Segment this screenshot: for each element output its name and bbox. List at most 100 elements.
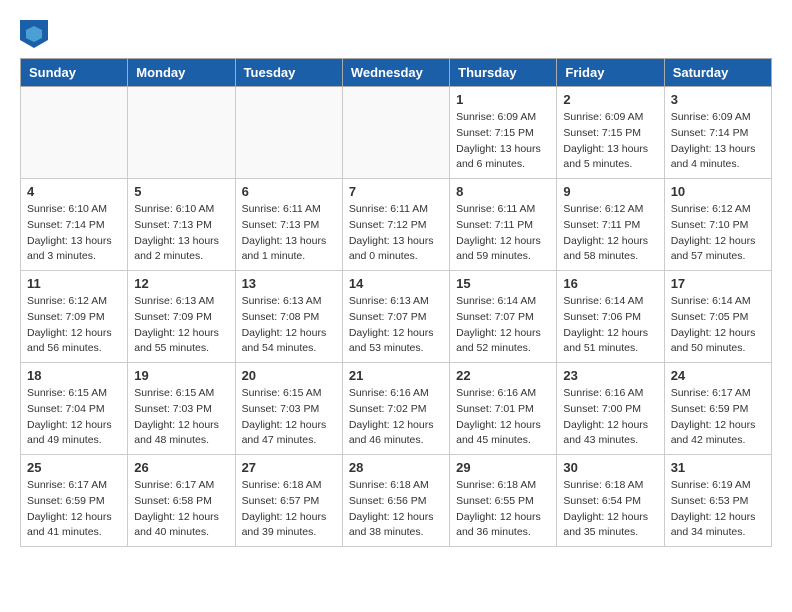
- day-number: 26: [134, 460, 228, 475]
- day-number: 11: [27, 276, 121, 291]
- day-info: Sunrise: 6:09 AMSunset: 7:15 PMDaylight:…: [563, 110, 657, 173]
- col-header-saturday: Saturday: [664, 59, 771, 87]
- day-number: 25: [27, 460, 121, 475]
- day-info: Sunrise: 6:18 AMSunset: 6:55 PMDaylight:…: [456, 478, 550, 541]
- day-number: 1: [456, 92, 550, 107]
- day-number: 10: [671, 184, 765, 199]
- day-info: Sunrise: 6:17 AMSunset: 6:59 PMDaylight:…: [27, 478, 121, 541]
- week-row-4: 18 Sunrise: 6:15 AMSunset: 7:04 PMDayligh…: [21, 363, 772, 455]
- header: [20, 20, 772, 48]
- col-header-friday: Friday: [557, 59, 664, 87]
- day-info: Sunrise: 6:14 AMSunset: 7:05 PMDaylight:…: [671, 294, 765, 357]
- calendar-cell: 16 Sunrise: 6:14 AMSunset: 7:06 PMDayligh…: [557, 271, 664, 363]
- day-info: Sunrise: 6:17 AMSunset: 6:59 PMDaylight:…: [671, 386, 765, 449]
- day-number: 21: [349, 368, 443, 383]
- day-number: 24: [671, 368, 765, 383]
- header-row: SundayMondayTuesdayWednesdayThursdayFrid…: [21, 59, 772, 87]
- day-info: Sunrise: 6:15 AMSunset: 7:03 PMDaylight:…: [134, 386, 228, 449]
- day-number: 3: [671, 92, 765, 107]
- col-header-tuesday: Tuesday: [235, 59, 342, 87]
- col-header-monday: Monday: [128, 59, 235, 87]
- day-number: 29: [456, 460, 550, 475]
- day-number: 30: [563, 460, 657, 475]
- calendar-cell: 1Sunrise: 6:09 AMSunset: 7:15 PMDaylight…: [450, 87, 557, 179]
- calendar-cell: 12 Sunrise: 6:13 AMSunset: 7:09 PMDayligh…: [128, 271, 235, 363]
- day-info: Sunrise: 6:15 AMSunset: 7:03 PMDaylight:…: [242, 386, 336, 449]
- week-row-5: 25 Sunrise: 6:17 AMSunset: 6:59 PMDayligh…: [21, 455, 772, 547]
- day-number: 13: [242, 276, 336, 291]
- day-info: Sunrise: 6:10 AMSunset: 7:14 PMDaylight:…: [27, 202, 121, 265]
- calendar-cell: [128, 87, 235, 179]
- calendar-cell: [235, 87, 342, 179]
- calendar-cell: 25 Sunrise: 6:17 AMSunset: 6:59 PMDayligh…: [21, 455, 128, 547]
- day-info: Sunrise: 6:12 AMSunset: 7:09 PMDaylight:…: [27, 294, 121, 357]
- day-number: 20: [242, 368, 336, 383]
- day-info: Sunrise: 6:13 AMSunset: 7:07 PMDaylight:…: [349, 294, 443, 357]
- day-number: 18: [27, 368, 121, 383]
- week-row-2: 4 Sunrise: 6:10 AMSunset: 7:14 PMDaylight…: [21, 179, 772, 271]
- day-number: 14: [349, 276, 443, 291]
- day-info: Sunrise: 6:13 AMSunset: 7:08 PMDaylight:…: [242, 294, 336, 357]
- day-number: 9: [563, 184, 657, 199]
- calendar-cell: 19 Sunrise: 6:15 AMSunset: 7:03 PMDayligh…: [128, 363, 235, 455]
- calendar-cell: 26 Sunrise: 6:17 AMSunset: 6:58 PMDayligh…: [128, 455, 235, 547]
- calendar-cell: 27 Sunrise: 6:18 AMSunset: 6:57 PMDayligh…: [235, 455, 342, 547]
- day-info: Sunrise: 6:16 AMSunset: 7:01 PMDaylight:…: [456, 386, 550, 449]
- week-row-3: 11 Sunrise: 6:12 AMSunset: 7:09 PMDayligh…: [21, 271, 772, 363]
- day-info: Sunrise: 6:11 AMSunset: 7:13 PMDaylight:…: [242, 202, 336, 265]
- calendar-cell: 28Sunrise: 6:18 AMSunset: 6:56 PMDayligh…: [342, 455, 449, 547]
- day-number: 8: [456, 184, 550, 199]
- day-info: Sunrise: 6:19 AMSunset: 6:53 PMDaylight:…: [671, 478, 765, 541]
- day-info: Sunrise: 6:09 AMSunset: 7:14 PMDaylight:…: [671, 110, 765, 173]
- day-number: 19: [134, 368, 228, 383]
- calendar-cell: 6 Sunrise: 6:11 AMSunset: 7:13 PMDaylight…: [235, 179, 342, 271]
- day-info: Sunrise: 6:14 AMSunset: 7:06 PMDaylight:…: [563, 294, 657, 357]
- calendar-table: SundayMondayTuesdayWednesdayThursdayFrid…: [20, 58, 772, 547]
- day-number: 16: [563, 276, 657, 291]
- day-number: 23: [563, 368, 657, 383]
- day-number: 15: [456, 276, 550, 291]
- calendar-cell: 24 Sunrise: 6:17 AMSunset: 6:59 PMDayligh…: [664, 363, 771, 455]
- calendar-cell: 17 Sunrise: 6:14 AMSunset: 7:05 PMDayligh…: [664, 271, 771, 363]
- calendar-cell: [21, 87, 128, 179]
- calendar-cell: 9 Sunrise: 6:12 AMSunset: 7:11 PMDaylight…: [557, 179, 664, 271]
- day-number: 4: [27, 184, 121, 199]
- day-info: Sunrise: 6:18 AMSunset: 6:54 PMDaylight:…: [563, 478, 657, 541]
- day-number: 6: [242, 184, 336, 199]
- calendar-cell: 11 Sunrise: 6:12 AMSunset: 7:09 PMDayligh…: [21, 271, 128, 363]
- logo-icon: [20, 20, 48, 48]
- day-number: 31: [671, 460, 765, 475]
- calendar-cell: 15Sunrise: 6:14 AMSunset: 7:07 PMDayligh…: [450, 271, 557, 363]
- calendar-cell: 7Sunrise: 6:11 AMSunset: 7:12 PMDaylight…: [342, 179, 449, 271]
- day-info: Sunrise: 6:16 AMSunset: 7:02 PMDaylight:…: [349, 386, 443, 449]
- day-info: Sunrise: 6:12 AMSunset: 7:11 PMDaylight:…: [563, 202, 657, 265]
- day-info: Sunrise: 6:13 AMSunset: 7:09 PMDaylight:…: [134, 294, 228, 357]
- logo: [20, 20, 52, 48]
- calendar-cell: 10 Sunrise: 6:12 AMSunset: 7:10 PMDayligh…: [664, 179, 771, 271]
- day-number: 17: [671, 276, 765, 291]
- calendar-cell: 20 Sunrise: 6:15 AMSunset: 7:03 PMDayligh…: [235, 363, 342, 455]
- day-info: Sunrise: 6:17 AMSunset: 6:58 PMDaylight:…: [134, 478, 228, 541]
- calendar-cell: 2Sunrise: 6:09 AMSunset: 7:15 PMDaylight…: [557, 87, 664, 179]
- calendar-cell: 22 Sunrise: 6:16 AMSunset: 7:01 PMDayligh…: [450, 363, 557, 455]
- day-number: 22: [456, 368, 550, 383]
- calendar-cell: 5 Sunrise: 6:10 AMSunset: 7:13 PMDaylight…: [128, 179, 235, 271]
- day-number: 27: [242, 460, 336, 475]
- calendar-cell: 23Sunrise: 6:16 AMSunset: 7:00 PMDayligh…: [557, 363, 664, 455]
- calendar-cell: 29 Sunrise: 6:18 AMSunset: 6:55 PMDayligh…: [450, 455, 557, 547]
- week-row-1: 1 Sunrise: 6:09 AMSunset: 7:15 PMDaylight…: [21, 87, 772, 179]
- day-number: 12: [134, 276, 228, 291]
- day-number: 5: [134, 184, 228, 199]
- calendar-cell: [342, 87, 449, 179]
- day-number: 7: [349, 184, 443, 199]
- day-info: Sunrise: 6:15 AMSunset: 7:04 PMDaylight:…: [27, 386, 121, 449]
- calendar-cell: 3 Sunrise: 6:09 AMSunset: 7:14 PMDaylight…: [664, 87, 771, 179]
- calendar-cell: 4 Sunrise: 6:10 AMSunset: 7:14 PMDaylight…: [21, 179, 128, 271]
- calendar-cell: 8Sunrise: 6:11 AMSunset: 7:11 PMDaylight…: [450, 179, 557, 271]
- day-info: Sunrise: 6:18 AMSunset: 6:57 PMDaylight:…: [242, 478, 336, 541]
- day-number: 28: [349, 460, 443, 475]
- calendar-cell: 21 Sunrise: 6:16 AMSunset: 7:02 PMDayligh…: [342, 363, 449, 455]
- day-info: Sunrise: 6:12 AMSunset: 7:10 PMDaylight:…: [671, 202, 765, 265]
- col-header-wednesday: Wednesday: [342, 59, 449, 87]
- day-info: Sunrise: 6:10 AMSunset: 7:13 PMDaylight:…: [134, 202, 228, 265]
